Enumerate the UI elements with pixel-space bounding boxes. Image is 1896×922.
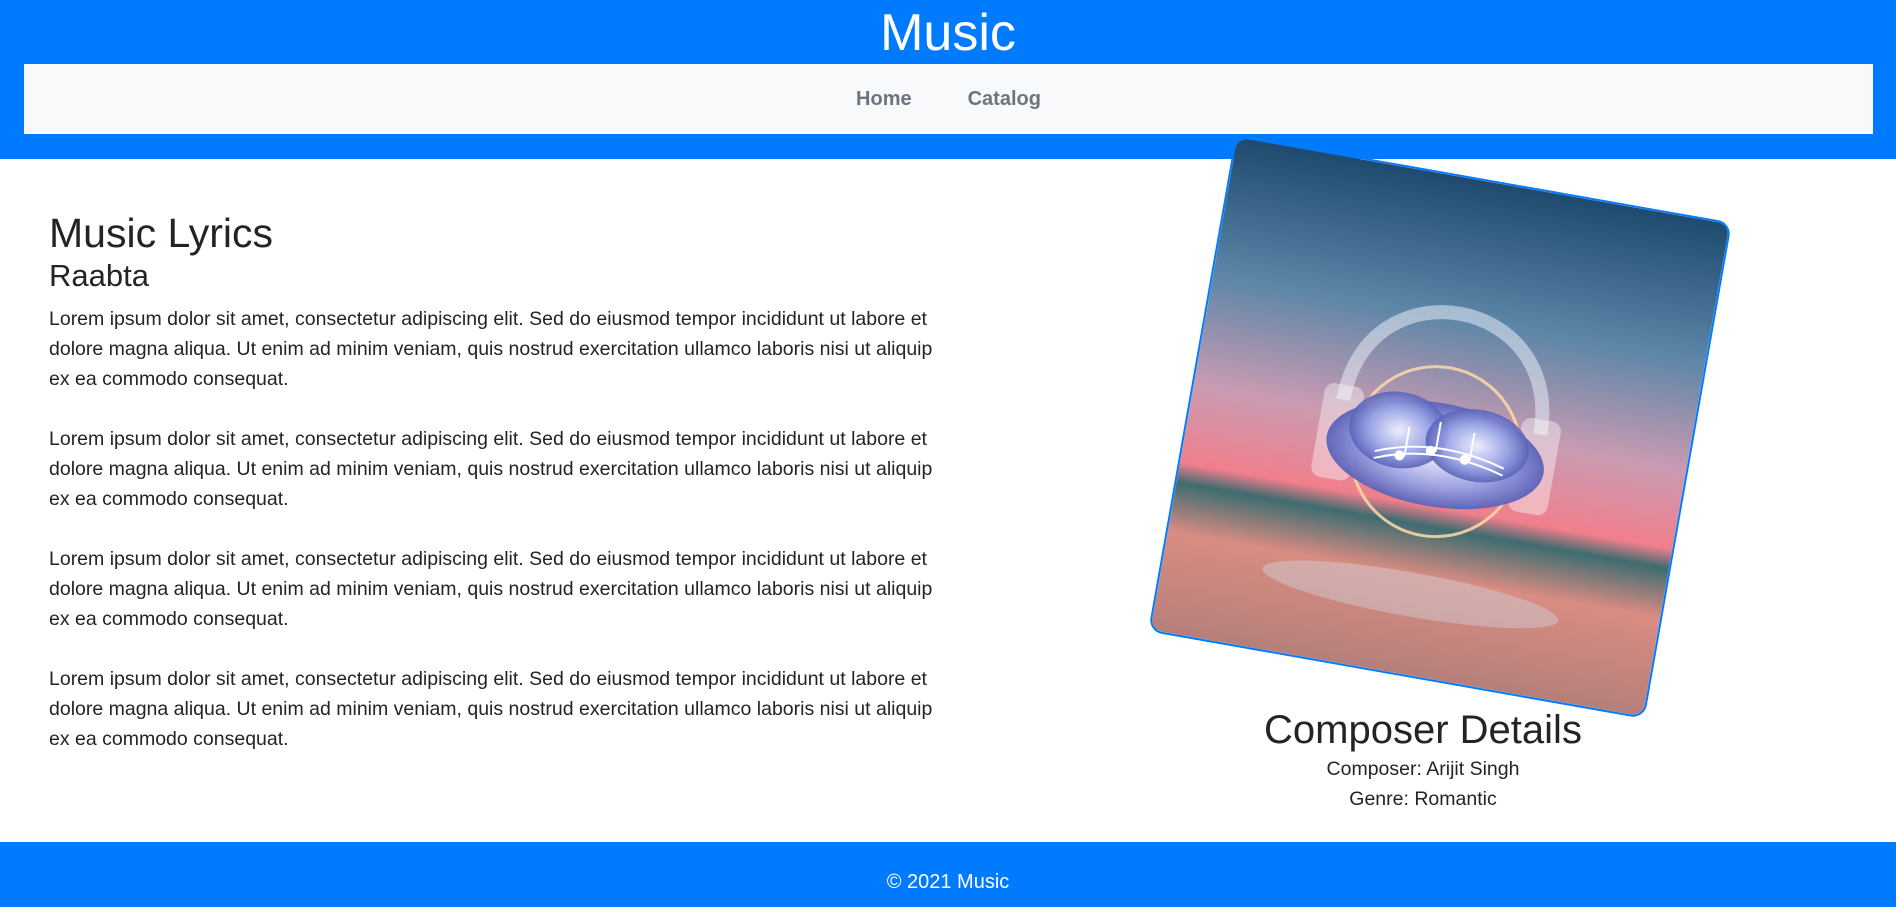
navbar: Home Catalog [24,64,1873,134]
nav-link-catalog[interactable]: Catalog [940,88,1069,111]
lyrics-paragraph: Lorem ipsum dolor sit amet, consectetur … [49,428,933,510]
site-title: Music [880,4,1016,62]
composer-details: Composer Details Composer: Arijit Singh … [1100,706,1746,814]
composer-heading: Composer Details [1264,708,1582,752]
site-header: Music Home Catalog [0,0,1896,159]
footer-copyright: © 2021 Music [886,871,1010,893]
nav-link-home[interactable]: Home [828,88,940,111]
song-title: Raabta [49,258,149,293]
lyrics-paragraph: Lorem ipsum dolor sit amet, consectetur … [49,668,933,750]
site-footer: © 2021 Music [0,842,1896,907]
page-heading: Music Lyrics [49,210,273,256]
composer-name: Composer: Arijit Singh [1326,758,1520,780]
album-art-image [1148,135,1732,719]
lyrics-paragraph: Lorem ipsum dolor sit amet, consectetur … [49,548,933,630]
headphones-cloud-icon [1150,137,1730,717]
lyrics-section: Music Lyrics Raabta Lorem ipsum dolor si… [49,208,939,784]
lyrics-paragraph: Lorem ipsum dolor sit amet, consectetur … [49,308,933,390]
composer-genre: Genre: Romantic [1349,788,1497,810]
